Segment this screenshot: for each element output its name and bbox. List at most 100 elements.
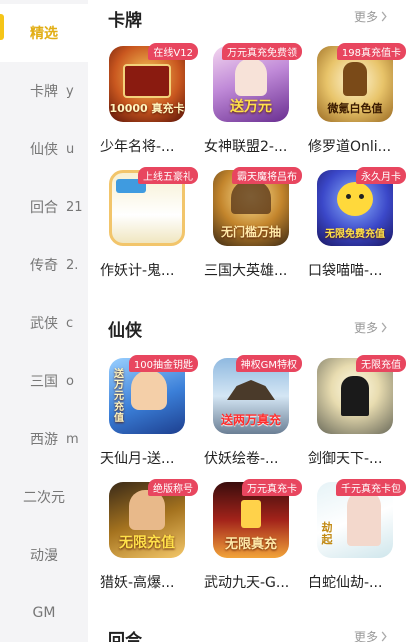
more-label: 更多 [354,321,379,335]
art-caption: 劫起 [321,521,333,546]
game-name: 猎妖-高爆... [100,575,175,591]
promo-badge: 霸天魔将吕布 [232,167,302,184]
art-caption: 送万元 [230,99,272,115]
art-caption: 无限免费充值 [325,229,385,240]
number-art [241,500,261,528]
art-caption: 送两万真充 [220,413,281,427]
sidebar-item-journey-west[interactable]: 西游 m [0,410,88,468]
chevron-right-icon [381,11,387,22]
game-card[interactable]: 无限充值 剑御天下-... [308,355,406,467]
sidebar-item-featured[interactable]: 精选 [0,4,88,62]
section-title: 仙侠 [108,321,142,341]
game-name: 口袋喵喵-... [308,263,383,279]
index-letter: c [66,315,74,331]
more-label: 更多 [354,10,379,24]
game-name: 三国大英雄... [204,263,288,279]
character-art [129,490,165,530]
character-art [235,58,267,96]
index-letter: 21 [66,199,83,215]
game-name: 白蛇仙劫-... [308,575,383,591]
character-art [231,180,271,214]
art-caption: 送万元充值 [114,369,124,424]
sidebar-item-wuxia[interactable]: 武侠 c [0,294,88,352]
pagoda-art [227,380,275,400]
art-caption: 微氪白色值 [327,102,383,115]
eye-art [346,194,351,199]
sidebar-item-label: 传奇 [30,258,58,274]
game-card[interactable]: 送两万真充 神权GM特权 伏妖绘卷-... [204,355,302,467]
game-card[interactable]: 无门槛万抽 霸天魔将吕布 三国大英雄... [204,167,302,279]
sidebar-item-anime-2d[interactable]: 二次元 [0,468,88,526]
eye-art [359,194,364,199]
art-caption: 无限充值 [119,535,175,551]
sidebar-item-label: 精选 [30,26,58,42]
sidebar-item-label: 仙侠 [30,142,58,158]
promo-badge: 在线V12 [148,43,198,60]
art-caption: 无限真充 [224,537,277,552]
game-card[interactable]: 上线五豪礼 作妖计-鬼... [100,167,198,279]
sidebar-item-label: 二次元 [23,490,65,506]
game-name: 作妖计-鬼... [100,263,175,279]
promo-badge: 198真充值卡 [336,43,406,60]
game-list: 卡牌 更多 10000 真充卡 在线V12 少年名将-... 送万元 万元真充免… [88,0,413,642]
promo-badge: 无限充值 [356,355,406,372]
game-name: 少年名将-... [100,139,175,155]
promo-badge: 绝版称号 [148,479,198,496]
sidebar-item-label: 三国 [30,374,58,390]
category-sidebar: 精选 卡牌 y 仙侠 u 回合 21 传奇 2. 武侠 c 三国 o 西游 m … [0,0,88,642]
sidebar-item-card[interactable]: 卡牌 y [0,62,88,120]
card-art [123,64,171,98]
sidebar-item-xianxia[interactable]: 仙侠 u [0,120,88,178]
art-caption: 10000 真充卡 [109,102,185,115]
sidebar-item-three-kingdoms[interactable]: 三国 o [0,352,88,410]
game-name: 伏妖绘卷-... [204,451,279,467]
chevron-right-icon [381,322,387,333]
sidebar-item-label: GM [32,605,56,621]
sidebar-item-cartoon[interactable]: 动漫 [0,526,88,584]
game-name: 武动九天-G... [204,575,290,591]
sidebar-item-label: 回合 [30,200,58,216]
index-letter: u [66,141,75,157]
game-card[interactable]: 无限充值 绝版称号 猎妖-高爆... [100,479,198,591]
sidebar-item-label: 卡牌 [30,84,58,100]
index-letter: m [66,431,79,447]
game-card[interactable]: 无限真充 万元真充卡 武动九天-G... [204,479,302,591]
promo-badge: 上线五豪礼 [138,167,198,184]
game-card[interactable]: 微氪白色值 198真充值卡 修罗道Onli... [308,43,406,155]
sidebar-item-legend[interactable]: 传奇 2. [0,236,88,294]
active-indicator [0,14,4,40]
promo-badge: 千元真充卡包 [336,479,406,496]
silhouette-art [341,376,369,416]
sidebar-item-turn-based[interactable]: 回合 21 [0,178,88,236]
promo-badge: 永久月卡 [356,167,406,184]
game-name: 女神联盟2-... [204,139,288,155]
section-title: 卡牌 [108,11,142,31]
pikachu-art [337,182,373,216]
sidebar-item-label: 西游 [30,432,58,448]
promo-badge: 100抽金钥匙 [128,355,198,372]
game-name: 剑御天下-... [308,451,383,467]
sidebar-item-label: 动漫 [30,548,58,564]
more-link[interactable]: 更多 [354,628,388,642]
index-letter: y [66,83,74,99]
game-card[interactable]: 送万元充值 100抽金钥匙 天仙月-送... [100,355,198,467]
game-card[interactable]: 无限免费充值 永久月卡 口袋喵喵-... [308,167,406,279]
more-label: 更多 [354,630,379,642]
sidebar-item-label: 武侠 [30,316,58,332]
index-letter: o [66,373,74,389]
character-art [347,490,381,546]
promo-badge: 万元真充免费领 [222,43,302,60]
chevron-right-icon [381,631,387,642]
game-name: 修罗道Onli... [308,139,392,155]
more-link[interactable]: 更多 [354,8,388,25]
index-letter: 2. [66,257,79,273]
game-card[interactable]: 送万元 万元真充免费领 女神联盟2-... [204,43,302,155]
character-art [131,370,167,410]
game-name: 天仙月-送... [100,451,175,467]
more-link[interactable]: 更多 [354,319,388,336]
game-card[interactable]: 劫起 千元真充卡包 白蛇仙劫-... [308,479,406,591]
art-caption: 无门槛万抽 [220,225,281,239]
game-card[interactable]: 10000 真充卡 在线V12 少年名将-... [100,43,198,155]
sidebar-item-gm[interactable]: GM [0,584,88,642]
promo-badge: 万元真充卡 [242,479,302,496]
